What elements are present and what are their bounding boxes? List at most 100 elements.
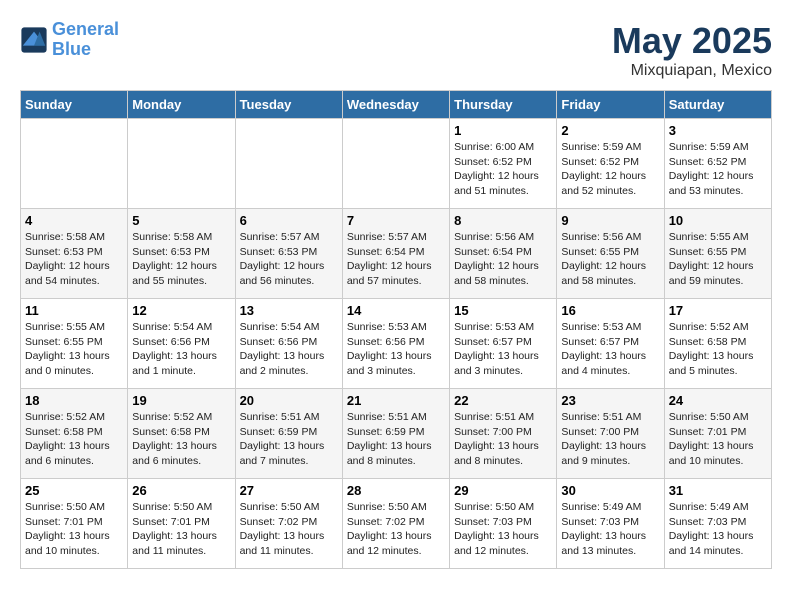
day-number: 25 <box>25 483 123 498</box>
day-info: Sunrise: 6:00 AM Sunset: 6:52 PM Dayligh… <box>454 140 552 199</box>
day-number: 22 <box>454 393 552 408</box>
logo-icon <box>20 26 48 54</box>
logo: General Blue <box>20 20 119 60</box>
day-number: 7 <box>347 213 445 228</box>
day-cell: 1 Sunrise: 6:00 AM Sunset: 6:52 PM Daylig… <box>450 119 557 209</box>
day-cell: 7 Sunrise: 5:57 AM Sunset: 6:54 PM Daylig… <box>342 209 449 299</box>
day-info: Sunrise: 5:52 AM Sunset: 6:58 PM Dayligh… <box>132 410 230 469</box>
logo-line2: Blue <box>52 39 91 59</box>
day-info: Sunrise: 5:49 AM Sunset: 7:03 PM Dayligh… <box>669 500 767 559</box>
day-info: Sunrise: 5:57 AM Sunset: 6:54 PM Dayligh… <box>347 230 445 289</box>
day-info: Sunrise: 5:55 AM Sunset: 6:55 PM Dayligh… <box>25 320 123 379</box>
calendar-table: SundayMondayTuesdayWednesdayThursdayFrid… <box>20 90 772 569</box>
day-cell: 6Sunrise: 5:57 AM Sunset: 6:53 PM Daylig… <box>235 209 342 299</box>
day-cell <box>21 119 128 209</box>
day-cell <box>128 119 235 209</box>
week-row-1: 1 Sunrise: 6:00 AM Sunset: 6:52 PM Daylig… <box>21 119 772 209</box>
day-info: Sunrise: 5:52 AM Sunset: 6:58 PM Dayligh… <box>669 320 767 379</box>
day-cell <box>235 119 342 209</box>
day-cell: 26Sunrise: 5:50 AM Sunset: 7:01 PM Dayli… <box>128 479 235 569</box>
header-tuesday: Tuesday <box>235 91 342 119</box>
day-cell: 9Sunrise: 5:56 AM Sunset: 6:55 PM Daylig… <box>557 209 664 299</box>
day-number: 13 <box>240 303 338 318</box>
day-info: Sunrise: 5:49 AM Sunset: 7:03 PM Dayligh… <box>561 500 659 559</box>
day-number: 1 <box>454 123 552 138</box>
day-number: 15 <box>454 303 552 318</box>
page-header: General Blue May 2025 Mixquiapan, Mexico <box>20 20 772 80</box>
day-cell: 12Sunrise: 5:54 AM Sunset: 6:56 PM Dayli… <box>128 299 235 389</box>
week-row-2: 4Sunrise: 5:58 AM Sunset: 6:53 PM Daylig… <box>21 209 772 299</box>
day-cell: 2 Sunrise: 5:59 AM Sunset: 6:52 PM Daylig… <box>557 119 664 209</box>
day-cell: 25 Sunrise: 5:50 AM Sunset: 7:01 PM Dayli… <box>21 479 128 569</box>
day-number: 24 <box>669 393 767 408</box>
main-title: May 2025 <box>612 20 772 62</box>
day-cell: 21 Sunrise: 5:51 AM Sunset: 6:59 PM Dayli… <box>342 389 449 479</box>
day-info: Sunrise: 5:55 AM Sunset: 6:55 PM Dayligh… <box>669 230 767 289</box>
day-number: 8 <box>454 213 552 228</box>
header-friday: Friday <box>557 91 664 119</box>
title-block: May 2025 Mixquiapan, Mexico <box>612 20 772 80</box>
day-number: 3 <box>669 123 767 138</box>
header-wednesday: Wednesday <box>342 91 449 119</box>
day-number: 29 <box>454 483 552 498</box>
day-number: 19 <box>132 393 230 408</box>
day-cell: 30Sunrise: 5:49 AM Sunset: 7:03 PM Dayli… <box>557 479 664 569</box>
day-number: 2 <box>561 123 659 138</box>
header-sunday: Sunday <box>21 91 128 119</box>
day-number: 5 <box>132 213 230 228</box>
day-cell: 13 Sunrise: 5:54 AM Sunset: 6:56 PM Dayli… <box>235 299 342 389</box>
day-info: Sunrise: 5:50 AM Sunset: 7:01 PM Dayligh… <box>669 410 767 469</box>
day-info: Sunrise: 5:50 AM Sunset: 7:01 PM Dayligh… <box>25 500 123 559</box>
day-number: 10 <box>669 213 767 228</box>
day-number: 12 <box>132 303 230 318</box>
day-cell: 31 Sunrise: 5:49 AM Sunset: 7:03 PM Dayli… <box>664 479 771 569</box>
day-cell: 10 Sunrise: 5:55 AM Sunset: 6:55 PM Dayli… <box>664 209 771 299</box>
day-number: 17 <box>669 303 767 318</box>
calendar-header-row: SundayMondayTuesdayWednesdayThursdayFrid… <box>21 91 772 119</box>
day-number: 26 <box>132 483 230 498</box>
day-info: Sunrise: 5:50 AM Sunset: 7:02 PM Dayligh… <box>347 500 445 559</box>
subtitle: Mixquiapan, Mexico <box>612 62 772 80</box>
day-number: 4 <box>25 213 123 228</box>
week-row-3: 11Sunrise: 5:55 AM Sunset: 6:55 PM Dayli… <box>21 299 772 389</box>
day-info: Sunrise: 5:51 AM Sunset: 6:59 PM Dayligh… <box>347 410 445 469</box>
day-info: Sunrise: 5:54 AM Sunset: 6:56 PM Dayligh… <box>240 320 338 379</box>
day-number: 20 <box>240 393 338 408</box>
day-cell: 11Sunrise: 5:55 AM Sunset: 6:55 PM Dayli… <box>21 299 128 389</box>
day-cell <box>342 119 449 209</box>
day-info: Sunrise: 5:56 AM Sunset: 6:55 PM Dayligh… <box>561 230 659 289</box>
day-info: Sunrise: 5:50 AM Sunset: 7:02 PM Dayligh… <box>240 500 338 559</box>
week-row-4: 18 Sunrise: 5:52 AM Sunset: 6:58 PM Dayli… <box>21 389 772 479</box>
day-info: Sunrise: 5:53 AM Sunset: 6:57 PM Dayligh… <box>561 320 659 379</box>
day-cell: 15 Sunrise: 5:53 AM Sunset: 6:57 PM Dayli… <box>450 299 557 389</box>
day-info: Sunrise: 5:53 AM Sunset: 6:57 PM Dayligh… <box>454 320 552 379</box>
day-number: 16 <box>561 303 659 318</box>
day-cell: 18Sunrise: 5:52 AM Sunset: 6:58 PM Dayli… <box>21 389 128 479</box>
day-cell: 8 Sunrise: 5:56 AM Sunset: 6:54 PM Daylig… <box>450 209 557 299</box>
header-monday: Monday <box>128 91 235 119</box>
day-cell: 27Sunrise: 5:50 AM Sunset: 7:02 PM Dayli… <box>235 479 342 569</box>
day-number: 31 <box>669 483 767 498</box>
header-saturday: Saturday <box>664 91 771 119</box>
day-cell: 4Sunrise: 5:58 AM Sunset: 6:53 PM Daylig… <box>21 209 128 299</box>
day-cell: 29Sunrise: 5:50 AM Sunset: 7:03 PM Dayli… <box>450 479 557 569</box>
logo-line1: General <box>52 19 119 39</box>
day-info: Sunrise: 5:53 AM Sunset: 6:56 PM Dayligh… <box>347 320 445 379</box>
day-info: Sunrise: 5:51 AM Sunset: 7:00 PM Dayligh… <box>454 410 552 469</box>
day-info: Sunrise: 5:59 AM Sunset: 6:52 PM Dayligh… <box>561 140 659 199</box>
day-info: Sunrise: 5:51 AM Sunset: 6:59 PM Dayligh… <box>240 410 338 469</box>
day-info: Sunrise: 5:56 AM Sunset: 6:54 PM Dayligh… <box>454 230 552 289</box>
day-number: 21 <box>347 393 445 408</box>
day-cell: 23Sunrise: 5:51 AM Sunset: 7:00 PM Dayli… <box>557 389 664 479</box>
week-row-5: 25 Sunrise: 5:50 AM Sunset: 7:01 PM Dayli… <box>21 479 772 569</box>
day-cell: 19 Sunrise: 5:52 AM Sunset: 6:58 PM Dayli… <box>128 389 235 479</box>
day-cell: 3 Sunrise: 5:59 AM Sunset: 6:52 PM Daylig… <box>664 119 771 209</box>
day-number: 18 <box>25 393 123 408</box>
header-thursday: Thursday <box>450 91 557 119</box>
logo-text: General Blue <box>52 20 119 60</box>
day-cell: 20 Sunrise: 5:51 AM Sunset: 6:59 PM Dayli… <box>235 389 342 479</box>
day-number: 6 <box>240 213 338 228</box>
day-cell: 24 Sunrise: 5:50 AM Sunset: 7:01 PM Dayli… <box>664 389 771 479</box>
day-info: Sunrise: 5:59 AM Sunset: 6:52 PM Dayligh… <box>669 140 767 199</box>
day-cell: 14Sunrise: 5:53 AM Sunset: 6:56 PM Dayli… <box>342 299 449 389</box>
